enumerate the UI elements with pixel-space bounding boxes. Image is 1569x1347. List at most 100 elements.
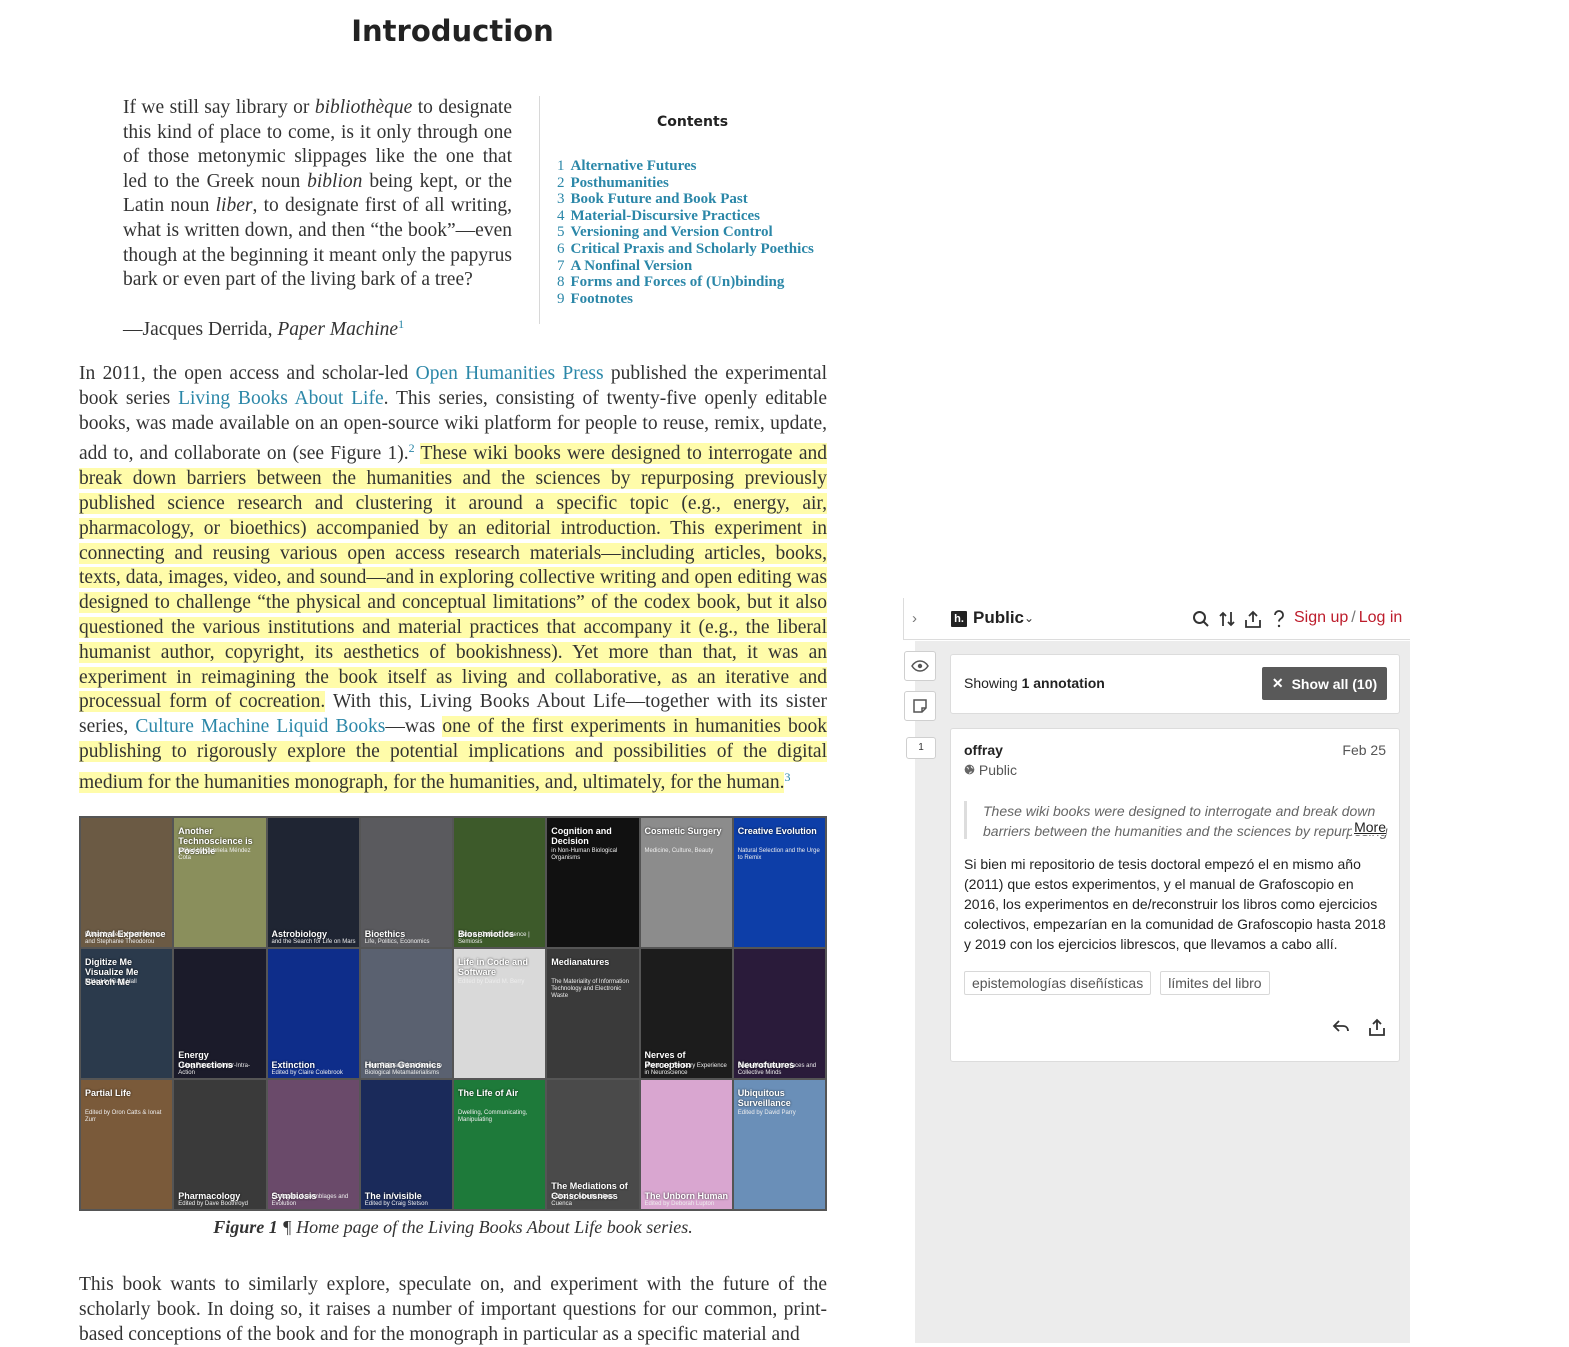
- book-cover-title: Cosmetic Surgery: [644, 826, 722, 836]
- tag[interactable]: límites del libro: [1160, 971, 1270, 995]
- close-icon: ✕: [1271, 675, 1284, 691]
- signup-link[interactable]: Sign up: [1294, 609, 1348, 626]
- book-cover[interactable]: The Life of Air Dwelling, Communicating, …: [454, 1080, 546, 1209]
- tag[interactable]: epistemologías diseñísticas: [964, 971, 1152, 995]
- annotation-count-badge[interactable]: 1: [906, 737, 936, 759]
- toc-link[interactable]: Material-Discursive Practices: [571, 208, 761, 224]
- book-cover-title: The in/visible: [364, 1191, 422, 1201]
- annotation-card[interactable]: offray Feb 25 Public These wiki books we…: [950, 728, 1400, 1062]
- book-cover[interactable]: Extinction Edited by Claire Colebrook: [267, 949, 359, 1078]
- eye-icon[interactable]: [904, 651, 936, 681]
- living-books-link[interactable]: Living Books About Life: [178, 388, 384, 409]
- toc-link[interactable]: Footnotes: [571, 291, 634, 307]
- book-cover[interactable]: Neurofutures Brain-Machine Interfaces and…: [733, 949, 825, 1078]
- group-selector[interactable]: Public: [973, 608, 1024, 628]
- footnote-link[interactable]: 3: [784, 770, 790, 784]
- toc-item[interactable]: 2 Posthumanities: [557, 175, 847, 192]
- caption-mark: ¶: [277, 1217, 297, 1237]
- annotation-date[interactable]: Feb 25: [1342, 742, 1386, 758]
- annotation-sidebar: › h. Public ⌄ Sign up / Log in 1 Showing 1…: [903, 598, 1410, 1343]
- book-cover[interactable]: Bioethics Life, Politics, Economics: [360, 818, 452, 947]
- book-cover[interactable]: Nerves of Perception Motor and Sensory Ex…: [640, 949, 732, 1078]
- book-cover[interactable]: Symbiosis Ecologies, Assemblages and Evol…: [267, 1080, 359, 1209]
- toc-number: 7: [557, 257, 565, 274]
- help-icon[interactable]: [1270, 609, 1288, 629]
- book-cover[interactable]: The Mediations of Consciousness Edited by…: [547, 1080, 639, 1209]
- book-cover[interactable]: The Unborn Human Edited by Deborah Lupton: [640, 1080, 732, 1209]
- book-cover-subtitle: Edited by Claire Colebrook: [271, 1070, 343, 1076]
- share-icon[interactable]: [1244, 609, 1262, 629]
- book-cover-title: Bioethics: [364, 929, 406, 939]
- book-cover-title: Astrobiology: [271, 929, 328, 939]
- epigraph-term: liber: [215, 195, 253, 217]
- book-cover[interactable]: Life in Code and Software Edited by David…: [454, 949, 546, 1078]
- hypothesis-logo[interactable]: h.: [951, 611, 967, 627]
- share-icon[interactable]: [1368, 1018, 1386, 1041]
- new-note-icon[interactable]: [904, 691, 936, 721]
- open-humanities-press-link[interactable]: Open Humanities Press: [416, 363, 604, 384]
- search-icon[interactable]: [1192, 609, 1210, 629]
- footnote-link[interactable]: 2: [409, 441, 415, 455]
- chevron-right-icon[interactable]: ›: [912, 610, 917, 627]
- toc-title: Contents: [657, 114, 729, 130]
- book-cover[interactable]: The in/visible Edited by Craig Stetson: [360, 1080, 452, 1209]
- toc-link[interactable]: Posthumanities: [571, 175, 669, 191]
- annotation-visibility: Public: [964, 762, 1017, 778]
- login-link[interactable]: Log in: [1359, 609, 1403, 626]
- book-cover-subtitle: Edited by Gabriela Méndez Cota: [178, 848, 251, 861]
- toc-number: 4: [557, 207, 565, 224]
- toc-link[interactable]: Versioning and Version Control: [571, 224, 773, 240]
- book-cover-subtitle: Edited by David M. Berry: [458, 979, 525, 985]
- book-cover[interactable]: Another Technoscience is Possible Edited …: [174, 818, 266, 947]
- book-cover[interactable]: Cosmetic Surgery Medicine, Culture, Beaut…: [640, 818, 732, 947]
- toc-link[interactable]: A Nonfinal Version: [571, 258, 693, 274]
- book-cover-subtitle: Edited by Leon Nanthakumar and Stephanie…: [85, 932, 163, 945]
- epigraph-term: biblion: [307, 170, 363, 192]
- toc-item[interactable]: 8 Forms and Forces of (Un)binding: [557, 274, 847, 291]
- book-cover-subtitle: Edited by Gary Hall: [85, 979, 137, 985]
- book-cover[interactable]: Pharmacology Edited by Dave Boothroyd: [174, 1080, 266, 1209]
- toc-link[interactable]: Forms and Forces of (Un)binding: [571, 274, 785, 290]
- toc-item[interactable]: 9 Footnotes: [557, 291, 847, 308]
- body-text: —was: [385, 716, 443, 738]
- toc-link[interactable]: Book Future and Book Past: [571, 191, 748, 207]
- book-cover[interactable]: Human Genomics From Philosophical Genes t…: [360, 949, 452, 1078]
- book-cover[interactable]: Animal Experience Edited by Leon Nanthaku…: [81, 818, 173, 947]
- toc-item[interactable]: 3 Book Future and Book Past: [557, 191, 847, 208]
- annotation-highlight[interactable]: These wiki books were designed to interr…: [79, 443, 827, 713]
- toc-item[interactable]: 1 Alternative Futures: [557, 158, 847, 175]
- chevron-down-icon[interactable]: ⌄: [1024, 611, 1034, 625]
- book-cover[interactable]: Energy Connections Living Forces in Inter…: [174, 949, 266, 1078]
- show-all-button[interactable]: ✕ Show all (10): [1262, 667, 1387, 700]
- book-cover[interactable]: Digitize Me Visualize Me Search Me Edited…: [81, 949, 173, 1078]
- book-cover-subtitle: From Philosophical Genes to Biological M…: [364, 1063, 442, 1076]
- footnote-link[interactable]: 1: [398, 317, 404, 331]
- book-cover[interactable]: Medianatures The Materiality of Informati…: [547, 949, 639, 1078]
- book-cover-title: The Life of Air: [458, 1088, 519, 1098]
- book-cover[interactable]: Cognition and Decision in Non-Human Biolo…: [547, 818, 639, 947]
- sort-icon[interactable]: [1218, 609, 1236, 629]
- toc-link[interactable]: Alternative Futures: [571, 158, 697, 174]
- reply-icon[interactable]: [1332, 1018, 1350, 1041]
- more-link[interactable]: More: [1352, 819, 1386, 835]
- toc-item[interactable]: 4 Material-Discursive Practices: [557, 208, 847, 225]
- book-cover-title: Pharmacology: [178, 1191, 241, 1201]
- annotation-user[interactable]: offray: [964, 742, 1003, 758]
- book-cover[interactable]: Ubiquitous Surveillance Edited by David P…: [733, 1080, 825, 1209]
- book-cover-subtitle: Life, Politics, Economics: [364, 939, 430, 945]
- book-cover-subtitle: Nature | Culture | Science | Semiosis: [458, 932, 530, 945]
- book-cover[interactable]: Creative Evolution Natural Selection and …: [733, 818, 825, 947]
- figure-caption: Figure 1 ¶ Home page of the Living Books…: [79, 1217, 827, 1238]
- culture-machine-link[interactable]: Culture Machine Liquid Books: [135, 716, 385, 737]
- toc-link[interactable]: Critical Praxis and Scholarly Poethics: [571, 241, 814, 257]
- toc-divider: [539, 96, 540, 324]
- toc-item[interactable]: 5 Versioning and Version Control: [557, 224, 847, 241]
- toc-item[interactable]: 6 Critical Praxis and Scholarly Poethics: [557, 241, 847, 258]
- book-cover[interactable]: Biosemiotics Nature | Culture | Science |…: [454, 818, 546, 947]
- book-cover[interactable]: Partial Life Edited by Oron Catts & Ionat…: [81, 1080, 173, 1209]
- toc-list: 1 Alternative Futures 2 Posthumanities 3 Bo…: [557, 158, 847, 307]
- auth-separator: /: [1351, 609, 1356, 626]
- book-cover[interactable]: Astrobiology and the Search for Life on M…: [267, 818, 359, 947]
- book-cover-subtitle: in Non-Human Biological Organisms: [551, 848, 618, 861]
- toc-item[interactable]: 7 A Nonfinal Version: [557, 258, 847, 275]
